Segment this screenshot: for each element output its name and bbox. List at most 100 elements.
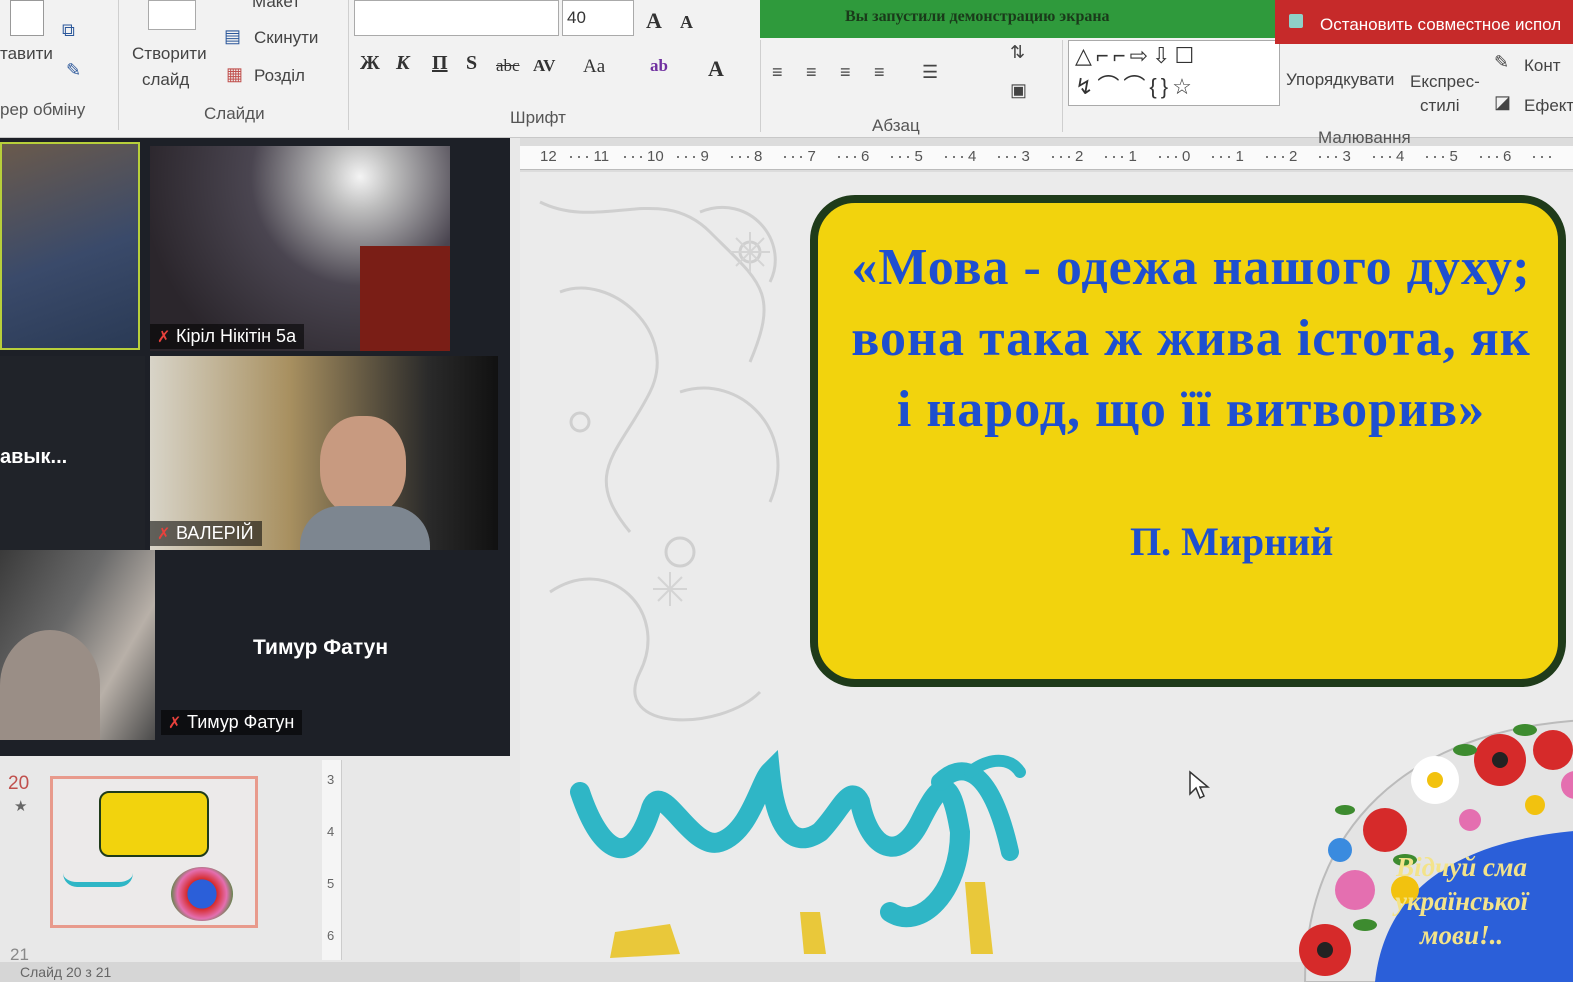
vruler-tick-label: 4 <box>327 824 335 839</box>
ruler-tick-mark <box>800 156 802 158</box>
underline-button[interactable]: П <box>432 52 448 75</box>
ruler-tick-mark <box>1166 156 1169 158</box>
stop-share-icon <box>1289 14 1303 28</box>
new-slide-label-2[interactable]: слайд <box>142 70 189 90</box>
video-shirt <box>300 506 430 551</box>
participant-label: Тимур Фатун <box>187 712 295 732</box>
ruler-tick-mark <box>685 156 687 158</box>
text-direction-icon[interactable]: ⇅ <box>1010 42 1025 63</box>
align-right-icon[interactable]: ≡ <box>840 62 851 83</box>
ruler-tick-mark <box>1442 156 1444 158</box>
banner-text: Відчуй сма української мови!.. <box>1395 850 1528 952</box>
grow-font-icon[interactable]: A <box>646 8 662 34</box>
reset-button[interactable]: Скинути <box>254 28 318 48</box>
quote-author[interactable]: П. Мирний <box>1130 518 1333 565</box>
format-painter-icon[interactable]: ✎ <box>66 60 81 81</box>
stop-share-label: Остановить совместное испол <box>1320 15 1562 34</box>
align-left-icon[interactable]: ≡ <box>772 62 783 83</box>
change-case-button[interactable]: Aa <box>583 56 605 78</box>
layout-button[interactable]: Макет <box>252 0 300 12</box>
copy-icon[interactable]: ⧉ <box>62 20 75 41</box>
ruler-tick-mark <box>738 156 741 158</box>
ruler-tick-mark <box>1327 156 1329 158</box>
banner-line-1: Відчуй сма <box>1396 852 1527 882</box>
video-tile-child[interactable] <box>0 550 155 740</box>
shape-outline-icon[interactable]: ✎ <box>1494 52 1509 73</box>
ruler-tick-mark <box>1495 156 1498 158</box>
ruler-tick-mark <box>899 156 901 158</box>
strikethrough-button[interactable]: abc <box>496 56 520 76</box>
ruler-tick-label: 3 <box>1342 148 1351 165</box>
clipboard-group-label: рер обміну <box>0 100 86 119</box>
video-tile-timur[interactable]: Тимур Фатун ✗ Тимур Фатун <box>155 550 510 740</box>
new-slide-icon[interactable] <box>148 0 196 30</box>
ruler-tick-mark <box>693 156 695 158</box>
video-tile-active-speaker[interactable] <box>0 142 140 350</box>
align-text-icon[interactable]: ▣ <box>1010 80 1027 101</box>
section-button[interactable]: Розділ <box>254 66 305 86</box>
ruler-tick-mark <box>1380 156 1383 158</box>
banner-line-2: української <box>1395 886 1529 916</box>
quick-styles-label-2[interactable]: стилі <box>1420 96 1459 116</box>
columns-icon[interactable]: ☰ <box>922 62 938 83</box>
shapes-gallery[interactable]: △⌐⌐⇨⇩☐ ↯⌒⌒{}☆ <box>1068 40 1280 106</box>
shape-effects-button[interactable]: Ефект <box>1524 96 1573 116</box>
thumbnail-wreath <box>171 867 233 921</box>
ruler-tick-mark <box>1426 156 1428 158</box>
ruler-tick-mark <box>907 156 909 158</box>
ruler-tick-label: 6 <box>1503 148 1512 165</box>
ruler-tick-mark <box>998 156 1000 158</box>
justify-icon[interactable]: ≡ <box>874 62 885 83</box>
italic-button[interactable]: К <box>396 52 410 75</box>
ruler-tick-mark <box>730 156 733 158</box>
ruler-tick-label: 11 <box>593 148 610 165</box>
ruler-tick-mark <box>1212 156 1214 158</box>
font-color-icon[interactable]: A <box>708 56 724 82</box>
video-face <box>0 630 100 740</box>
ruler-tick-mark <box>1372 156 1375 158</box>
ruler-tick-label: 3 <box>1021 148 1030 165</box>
video-tile-valerii[interactable]: ✗ ВАЛЕРІЙ <box>150 356 498 551</box>
ruler-tick-mark <box>1319 156 1321 158</box>
participant-label: Кіріл Нікітін 5а <box>176 326 297 346</box>
ruler-tick-mark <box>746 156 749 158</box>
participant-name-cut: авык... <box>0 446 68 468</box>
ruler-tick-mark <box>623 156 626 158</box>
shape-outline-button[interactable]: Конт <box>1524 56 1561 76</box>
font-size-select[interactable]: 40 <box>562 0 634 36</box>
bold-button[interactable]: Ж <box>360 52 380 75</box>
vruler-tick-label: 3 <box>327 772 335 787</box>
video-tile-off[interactable]: авык... <box>0 356 145 551</box>
new-slide-button[interactable]: Створити <box>132 44 207 64</box>
font-group-label: Шрифт <box>510 108 566 127</box>
shape-effects-icon[interactable]: ◪ <box>1494 92 1511 113</box>
ruler-tick-mark <box>1479 156 1482 158</box>
ruler-tick-mark <box>1265 156 1268 158</box>
quick-styles-button[interactable]: Експрес- <box>1410 72 1480 92</box>
ruler-tick-mark <box>792 156 794 158</box>
ruler-tick-label: 2 <box>1289 148 1298 165</box>
quote-text[interactable]: «Мова - одежа нашого духу; вона така ж ж… <box>848 232 1534 445</box>
screen-share-notice: Вы запустили демонстрацию экрана <box>760 0 1275 38</box>
ruler-tick-mark <box>1228 156 1230 158</box>
participant-name-timur: ✗ Тимур Фатун <box>161 710 303 735</box>
stop-share-button[interactable]: Остановить совместное испол <box>1275 0 1573 44</box>
paste-button[interactable]: тавити <box>0 44 53 64</box>
align-center-icon[interactable]: ≡ <box>806 62 817 83</box>
status-bar: Слайд 20 з 21 <box>0 962 520 982</box>
ruler-tick-label: 6 <box>861 148 870 165</box>
ruler-tick-mark <box>1121 156 1123 158</box>
video-tile-kiril[interactable]: ✗ Кіріл Нікітін 5а <box>150 146 450 351</box>
ruler-tick-mark <box>586 156 588 158</box>
shadow-button[interactable]: S <box>466 52 477 75</box>
horizontal-ruler[interactable]: 12 11 10 9 8 7 6 5 4 3 2 1 0 1 2 3 4 5 6 <box>520 146 1573 170</box>
arrange-button[interactable]: Упорядкувати <box>1286 70 1394 90</box>
char-spacing-button[interactable]: AV <box>533 56 555 76</box>
slide-thumbnail-20[interactable] <box>50 776 258 928</box>
paste-icon[interactable] <box>10 0 44 36</box>
font-name-select[interactable] <box>354 0 559 36</box>
ruler-tick-mark <box>677 156 679 158</box>
shrink-font-icon[interactable]: A <box>680 12 693 33</box>
slide-thumbnail-number: 20 <box>8 773 30 794</box>
highlight-icon[interactable]: ab <box>650 56 668 76</box>
